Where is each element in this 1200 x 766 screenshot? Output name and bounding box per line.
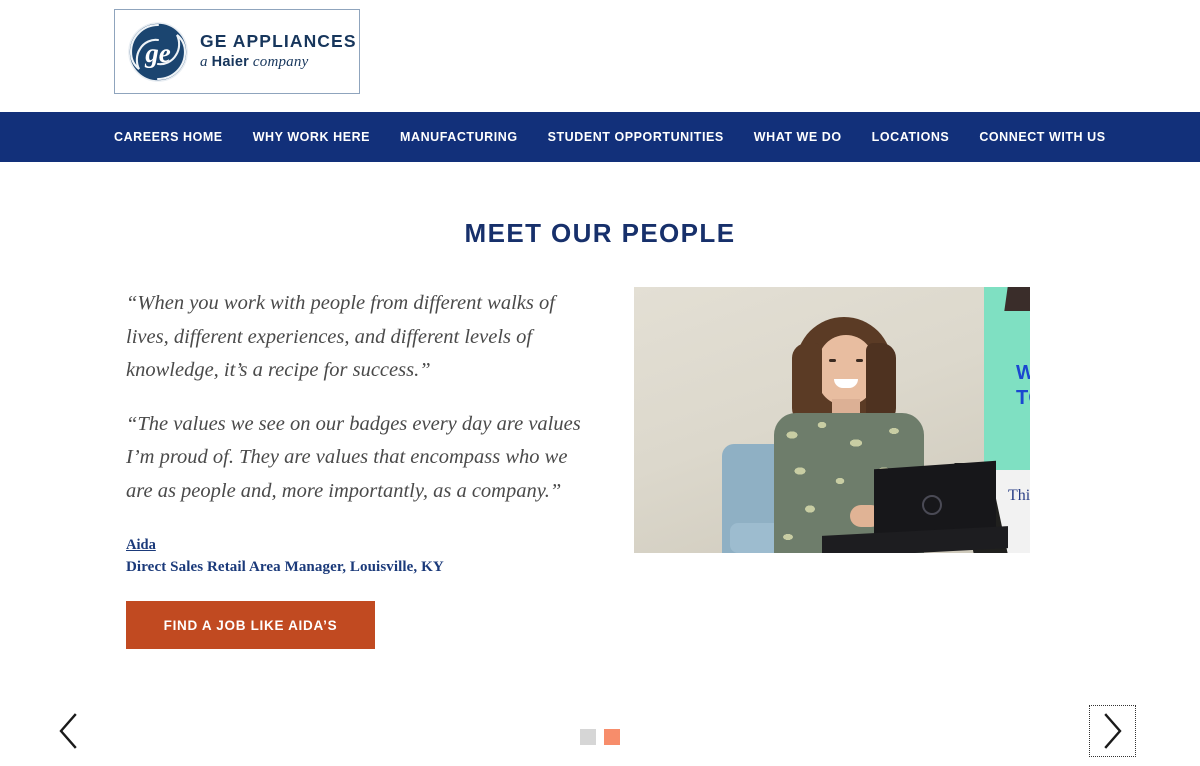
logo-title: GE APPLIANCES [200,30,357,51]
nav-item-student-opportunities[interactable]: STUDENT OPPORTUNITIES [548,130,724,144]
photo-person-eye-left [829,359,836,362]
nav-item-why-work-here[interactable]: WHY WORK HERE [253,130,370,144]
testimonial-quote-2: “The values we see on our badges every d… [126,412,581,502]
logo-tagline: a Haier company [200,55,357,70]
people-carousel: “When you work with people from differen… [0,287,1200,766]
photo-banner-text-line1: W [1016,362,1030,384]
nav-item-connect-with-us[interactable]: CONNECT WITH US [979,130,1105,144]
nav-item-locations[interactable]: LOCATIONS [872,130,950,144]
photo-banner-top-shadow [1004,287,1030,311]
page-title: MEET OUR PEOPLE [464,218,736,248]
tagline-suffix: company [248,54,309,71]
testimonial-photo-column: W TO Thi [634,287,1030,553]
find-a-job-button[interactable]: FIND A JOB LIKE AIDA’S [126,601,375,649]
photo-person-eye-right [856,359,863,362]
testimonial-text-column: “When you work with people from differen… [126,287,596,649]
photo-laptop-logo [922,495,942,515]
carousel-pagination [0,729,1200,745]
nav-item-manufacturing[interactable]: MANUFACTURING [400,130,518,144]
person-photo: W TO Thi [634,287,1030,553]
ge-appliances-logo[interactable]: ge GE APPLIANCES a Haier company [114,9,360,94]
main-navigation: CAREERS HOME WHY WORK HERE MANUFACTURING… [0,112,1200,162]
svg-text:ge: ge [144,38,171,68]
tagline-brand: Haier [211,54,249,71]
person-role: Direct Sales Retail Area Manager, Louisv… [126,559,444,575]
nav-item-careers-home[interactable]: CAREERS HOME [114,130,223,144]
ge-circular-monogram-icon: ge [127,21,189,83]
photo-banner-text: W TO [1016,361,1030,411]
carousel-dot-2[interactable] [604,729,620,745]
site-header: ge GE APPLIANCES a Haier company [0,0,1200,112]
person-name-link[interactable]: Aida [126,537,156,554]
testimonial-attribution: Aida Direct Sales Retail Area Manager, L… [126,536,596,576]
photo-banner-text-line2: TO [1016,387,1030,409]
testimonial-quote-1: “When you work with people from differen… [126,292,555,381]
photo-board-text: Thi [1008,487,1030,504]
tagline-article: a [200,54,212,71]
nav-item-what-we-do[interactable]: WHAT WE DO [754,130,842,144]
carousel-slide: “When you work with people from differen… [0,287,1200,649]
carousel-dot-1[interactable] [580,729,596,745]
